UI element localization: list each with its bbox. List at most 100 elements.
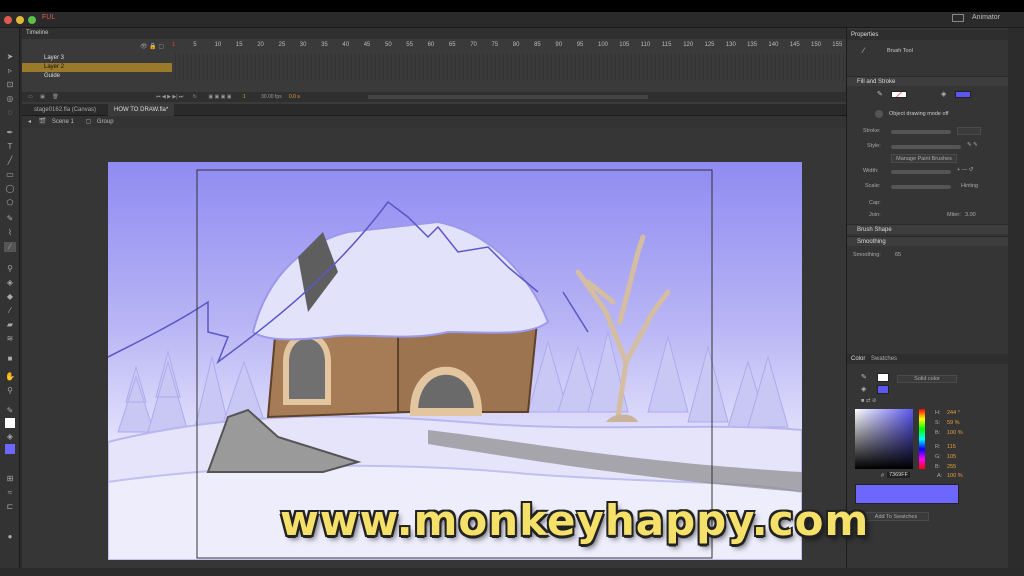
fill-stroke-section[interactable]: Fill and Stroke: [847, 76, 1009, 86]
brush-size-icon[interactable]: ●: [4, 532, 16, 542]
brush-shape-section[interactable]: Brush Shape: [847, 224, 1009, 234]
frame-number[interactable]: 50: [385, 42, 392, 48]
width-tool-icon[interactable]: ≋: [4, 334, 16, 344]
fill-color-bucket-icon[interactable]: ◈: [861, 385, 866, 393]
frame-number[interactable]: 140: [768, 42, 778, 48]
group-breadcrumb[interactable]: Group: [97, 119, 114, 125]
miter-value[interactable]: 3.00: [965, 212, 976, 218]
manage-paint-brushes-button[interactable]: Manage Paint Brushes: [891, 154, 957, 163]
scale-dropdown[interactable]: [891, 185, 951, 189]
rectangle-tool-icon[interactable]: ▭: [4, 170, 16, 180]
text-tool-icon[interactable]: T: [4, 142, 16, 152]
subselection-tool-icon[interactable]: ▹: [4, 66, 16, 76]
ink-bottle-icon[interactable]: ◆: [4, 292, 16, 302]
stroke-swatch[interactable]: [891, 91, 907, 98]
doc-tab-how-to-draw[interactable]: HOW TO DRAW.fla*: [108, 104, 175, 116]
zoom-window-button[interactable]: [28, 16, 36, 24]
layer-toggle-icons[interactable]: 👁 🔒 ▢: [140, 43, 164, 50]
stroke-slider[interactable]: [891, 130, 951, 134]
width-edit-icons[interactable]: + — ↺: [957, 167, 973, 173]
style-edit-icons[interactable]: ✎ ✎: [967, 142, 978, 148]
hex-value[interactable]: 7369FF: [887, 472, 910, 478]
frame-number[interactable]: 60: [428, 42, 435, 48]
smooth-icon[interactable]: ≈: [4, 488, 16, 498]
width-dropdown[interactable]: [891, 170, 951, 174]
g-value[interactable]: 105: [947, 454, 956, 460]
frame-number[interactable]: 35: [321, 42, 328, 48]
b-value[interactable]: 100 %: [947, 430, 963, 436]
stroke-color-chip[interactable]: [877, 373, 889, 382]
fill-color-swatch[interactable]: [5, 444, 15, 454]
fill-type-dropdown[interactable]: Solid color: [897, 375, 957, 383]
frame-number[interactable]: 70: [470, 42, 477, 48]
layer-frames[interactable]: [172, 72, 846, 81]
frame-number[interactable]: 10: [215, 42, 222, 48]
straighten-icon[interactable]: ⊏: [4, 502, 16, 512]
frame-number[interactable]: 5: [193, 42, 196, 48]
bone-tool-icon[interactable]: ⚲: [4, 264, 16, 274]
frame-number[interactable]: 45: [364, 42, 371, 48]
frame-number[interactable]: 155: [832, 42, 842, 48]
fill-swatch[interactable]: [955, 91, 971, 98]
frame-number[interactable]: 20: [257, 42, 264, 48]
minimize-window-button[interactable]: [16, 16, 24, 24]
hand-tool-icon[interactable]: ✋: [4, 372, 16, 382]
frame-number[interactable]: 1: [172, 42, 175, 48]
alpha-value[interactable]: 100 %: [947, 473, 963, 479]
free-transform-icon[interactable]: ⊡: [4, 80, 16, 90]
frame-number[interactable]: 85: [534, 42, 541, 48]
style-dropdown[interactable]: [891, 145, 961, 149]
frame-ruler[interactable]: 1 5 10 15 20 25 30 35 40 45 50 55 60 65 70 75 80 85 90 95 10…: [172, 42, 846, 52]
snap-icon[interactable]: ⊞: [4, 474, 16, 484]
frame-number[interactable]: 100: [598, 42, 608, 48]
frame-number[interactable]: 105: [619, 42, 629, 48]
frame-number[interactable]: 75: [492, 42, 499, 48]
tab-swatches[interactable]: Swatches: [871, 356, 897, 362]
frame-number[interactable]: 115: [662, 42, 672, 48]
frame-number[interactable]: 125: [705, 42, 715, 48]
hue-slider[interactable]: [919, 409, 925, 469]
frame-number[interactable]: 15: [236, 42, 243, 48]
current-frame[interactable]: 1: [243, 94, 246, 100]
zoom-tool-icon[interactable]: ⚲: [4, 386, 16, 396]
fill-color-chip[interactable]: [877, 385, 889, 394]
stroke-color-pencil-icon[interactable]: ✎: [861, 373, 867, 381]
workspace-name[interactable]: Animator: [972, 14, 1000, 21]
frame-number[interactable]: 110: [641, 42, 651, 48]
layer-frames[interactable]: [172, 54, 846, 63]
layer-row[interactable]: Layer 3: [22, 54, 172, 63]
frame-number[interactable]: 65: [449, 42, 456, 48]
timeline-tab[interactable]: Timeline: [22, 28, 846, 39]
frame-number[interactable]: 145: [790, 42, 800, 48]
frame-number[interactable]: 150: [811, 42, 821, 48]
smoothing-section[interactable]: Smoothing: [847, 236, 1009, 246]
stroke-color-icon[interactable]: ✎: [4, 406, 16, 416]
eyedropper-icon[interactable]: ⁄: [4, 306, 16, 316]
color-picker-field[interactable]: [855, 409, 913, 469]
stroke-value[interactable]: [957, 127, 981, 135]
layer-frames[interactable]: [172, 63, 846, 72]
playback-controls[interactable]: ⏮ ◀ ▶ ▶| ⏭: [156, 94, 183, 100]
scene-breadcrumb[interactable]: Scene 1: [52, 119, 74, 125]
frame-rate[interactable]: 30.00 fps: [261, 94, 282, 100]
panel-scrollbar[interactable]: [1008, 28, 1024, 568]
smoothing-value[interactable]: 65: [895, 252, 901, 258]
3d-rotation-icon[interactable]: ◎: [4, 94, 16, 104]
doc-tab-stage0162[interactable]: stage0162.fla (Canvas): [28, 104, 102, 116]
timeline-scrollbar[interactable]: [368, 95, 648, 99]
hinting-label[interactable]: Hinting: [961, 183, 978, 189]
brush-tool-icon[interactable]: ∕: [4, 242, 16, 252]
blue-value[interactable]: 255: [947, 464, 956, 470]
frame-number[interactable]: 90: [555, 42, 562, 48]
loop-icon[interactable]: ↻: [193, 94, 197, 100]
fill-bucket-icon[interactable]: ◈: [941, 90, 946, 98]
s-value[interactable]: 59 %: [947, 420, 960, 426]
eraser-tool-icon[interactable]: ▰: [4, 320, 16, 330]
stroke-color-swatch[interactable]: [5, 418, 15, 428]
stroke-pencil-icon[interactable]: ✎: [877, 90, 883, 98]
oval-tool-icon[interactable]: ◯: [4, 184, 16, 194]
selection-tool-icon[interactable]: ➤: [4, 52, 16, 62]
add-to-swatches-button[interactable]: Add To Swatches: [863, 512, 929, 521]
tab-color[interactable]: Color: [851, 356, 865, 362]
r-value[interactable]: 115: [947, 444, 956, 450]
